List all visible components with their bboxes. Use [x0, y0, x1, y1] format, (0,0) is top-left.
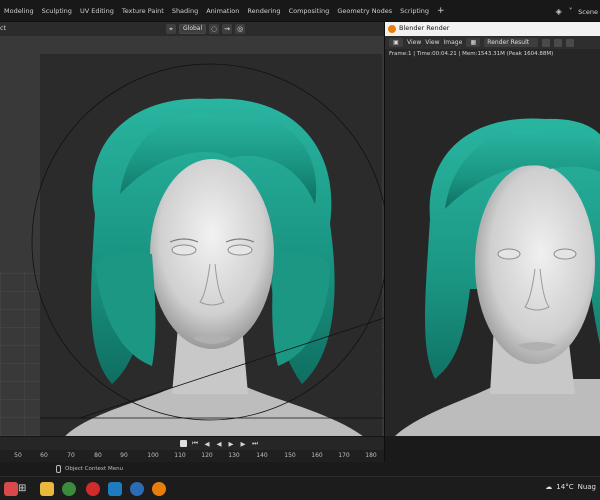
render-result-image [385, 59, 600, 436]
frame-tick: 140 [256, 452, 268, 459]
frame-tick: 90 [120, 452, 128, 459]
mouse-icon [56, 465, 61, 473]
render-window-title: Blender Render [399, 24, 450, 32]
frame-tick: 180 [365, 452, 377, 459]
menu-image[interactable]: Image [444, 39, 463, 46]
prev-keyframe-icon[interactable]: ◀ [203, 440, 211, 448]
image-browse-icon[interactable]: ▦ [466, 38, 481, 47]
object-menu[interactable]: ct [0, 24, 6, 32]
frame-tick: 60 [40, 452, 48, 459]
add-workspace-button[interactable]: + [433, 6, 449, 16]
frame-tick: 160 [311, 452, 323, 459]
copy-icon[interactable] [554, 38, 563, 47]
file-explorer-icon[interactable] [40, 482, 54, 496]
scene-name: Scene [578, 7, 598, 16]
play-reverse-icon[interactable]: ◀ [215, 440, 223, 448]
workspace-tab-bar: Modeling Sculpting UV Editing Texture Pa… [0, 0, 600, 22]
frame-tick: 170 [338, 452, 350, 459]
snap-icon[interactable]: ⇝ [222, 24, 233, 34]
temperature: 14°C [556, 483, 574, 491]
record-icon[interactable] [180, 440, 187, 447]
camera-overlay [31, 63, 384, 421]
frame-tick: 50 [14, 452, 22, 459]
app-icon[interactable] [4, 482, 18, 496]
3d-viewport[interactable]: ct ⌖ Global ◌ ⇝ ◎ [0, 22, 384, 436]
tab-scripting[interactable]: Scripting [396, 0, 433, 22]
rendered-portrait [395, 118, 600, 436]
next-keyframe-icon[interactable]: ▶ [239, 440, 247, 448]
tab-texture-paint[interactable]: Texture Paint [118, 0, 168, 22]
frame-tick: 130 [228, 452, 240, 459]
tab-sculpting[interactable]: Sculpting [38, 0, 76, 22]
tab-rendering[interactable]: Rendering [243, 0, 284, 22]
fake-user-icon[interactable] [542, 38, 551, 47]
orientation-icon[interactable]: ⌖ [166, 24, 176, 34]
menu-view-2[interactable]: View [425, 39, 439, 46]
frame-tick: 120 [201, 452, 213, 459]
frame-tick: 150 [284, 452, 296, 459]
tab-animation[interactable]: Animation [202, 0, 243, 22]
blender-window: Modeling Sculpting UV Editing Texture Pa… [0, 0, 600, 500]
playback-controls: ⏮ ◀ ◀ ▶ ▶ ⏭ [180, 438, 259, 449]
tab-uv-editing[interactable]: UV Editing [76, 0, 118, 22]
scene-selector[interactable]: ◈ ˅ Scene [554, 6, 598, 17]
render-result-field[interactable]: Render Result [484, 38, 539, 47]
menu-view[interactable]: View [407, 39, 421, 46]
context-menu-hint: Object Context Menu [56, 465, 123, 473]
frame-tick: 80 [94, 452, 102, 459]
render-toolbar: ▣ View View Image ▦ Render Result [385, 36, 600, 49]
tab-geometry-nodes[interactable]: Geometry Nodes [333, 0, 396, 22]
tab-modeling[interactable]: Modeling [0, 0, 38, 22]
viewport-header: ct ⌖ Global ◌ ⇝ ◎ [0, 22, 384, 36]
editor-type-icon[interactable]: ▣ [389, 38, 403, 47]
tab-shading[interactable]: Shading [168, 0, 202, 22]
render-status-text: Frame:1 | Time:00:04.21 | Mem:1543.31M (… [385, 49, 600, 59]
chrome-icon[interactable] [62, 482, 76, 496]
jump-end-icon[interactable]: ⏭ [251, 439, 259, 448]
task-view-icon[interactable]: ⊞ [18, 482, 32, 496]
cloud-icon: ☁ [545, 483, 553, 491]
frame-tick: 70 [67, 452, 75, 459]
frame-tick: 100 [147, 452, 159, 459]
app-c-icon[interactable] [130, 482, 144, 496]
pivot-icon[interactable]: ◌ [209, 24, 220, 34]
close-icon[interactable] [566, 38, 575, 47]
blender-logo-icon [388, 25, 396, 33]
weather-widget[interactable]: ☁ 14°C Nuag [545, 483, 596, 491]
render-window: Blender Render ▣ View View Image ▦ Rende… [384, 22, 600, 476]
render-window-titlebar: Blender Render [385, 22, 600, 36]
transform-orientation-select[interactable]: Global [179, 24, 207, 34]
os-taskbar: ⊞ ☁ 14°C Nuag [0, 476, 600, 500]
play-icon[interactable]: ▶ [227, 440, 235, 448]
transform-tools: ⌖ Global ◌ ⇝ ◎ [166, 23, 246, 35]
status-bar: Object Context Menu [0, 462, 600, 476]
scene-icon: ◈ [555, 7, 562, 16]
timeline[interactable]: ⏮ ◀ ◀ ▶ ▶ ⏭ 50 60 70 80 90 100 110 120 1… [0, 436, 384, 463]
app-m-icon[interactable] [108, 482, 122, 496]
tab-compositing[interactable]: Compositing [285, 0, 334, 22]
blender-taskbar-icon[interactable] [152, 482, 166, 496]
frame-tick: 110 [174, 452, 186, 459]
jump-start-icon[interactable]: ⏮ [191, 439, 199, 448]
proportional-edit-icon[interactable]: ◎ [235, 24, 246, 34]
chevron-down-icon: ˅ [568, 7, 573, 16]
opera-icon[interactable] [86, 482, 100, 496]
context-menu-label: Object Context Menu [65, 466, 124, 472]
weather-text: Nuag [577, 483, 596, 491]
workspace-tabs: Modeling Sculpting UV Editing Texture Pa… [0, 0, 449, 22]
